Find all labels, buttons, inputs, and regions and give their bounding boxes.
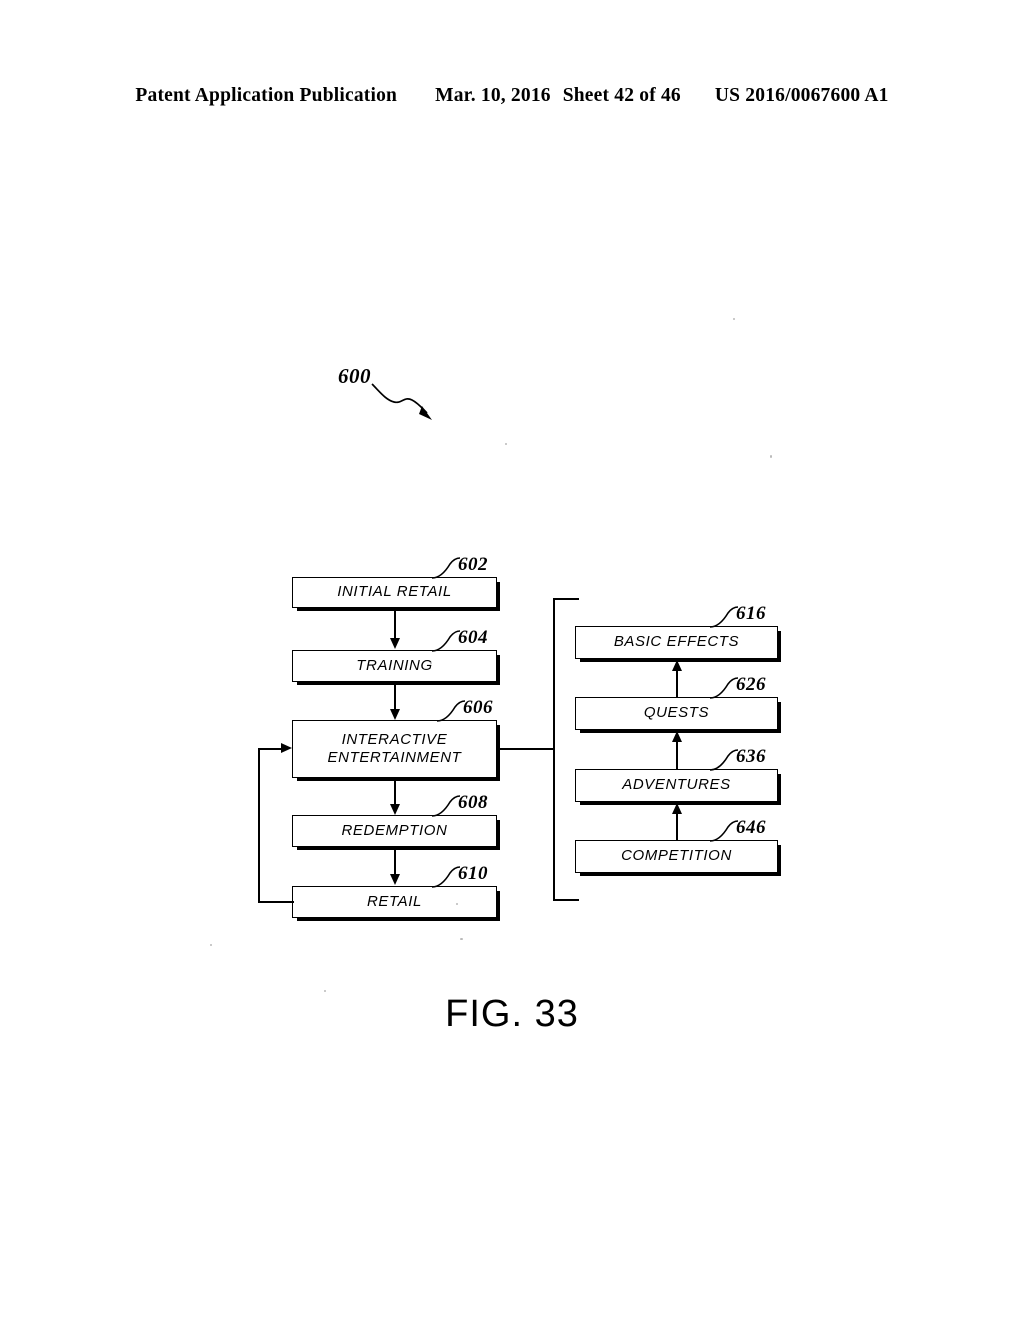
process-box-retail[interactable]: RETAIL — [292, 886, 497, 918]
feedback-loop-vertical-segment — [258, 748, 260, 902]
connector-redemption-to-retail — [394, 848, 396, 875]
patent-figure-33: 600 INITIAL RETAIL TRAINING INTERACTIVE … — [0, 0, 1024, 1320]
process-box-competition-label: COMPETITION — [621, 847, 732, 865]
ref-numeral-626: 626 — [736, 674, 766, 695]
arrowhead-training-to-interactive-entertainment — [390, 709, 400, 720]
bracket-bottom-stub — [553, 899, 579, 901]
ref-610-leader-line — [431, 866, 461, 888]
ref-604-leader-line — [431, 630, 461, 652]
ref-numeral-600: 600 — [338, 364, 371, 388]
ref-numeral-616: 616 — [736, 603, 766, 624]
connector-interactive-entertainment-to-redemption — [394, 779, 396, 805]
ref-600-squiggle-arrow — [371, 383, 432, 420]
bracket-top-stub — [553, 598, 579, 600]
arrowhead-initial-retail-to-training — [390, 638, 400, 649]
scan-artifact — [210, 944, 212, 946]
process-box-training[interactable]: TRAINING — [292, 650, 497, 682]
scan-artifact — [733, 318, 735, 320]
connector-interactive-entertainment-to-bracket — [497, 748, 554, 750]
ref-numeral-604: 604 — [458, 627, 488, 648]
arrowhead-interactive-entertainment-to-redemption — [390, 804, 400, 815]
ref-numeral-602: 602 — [458, 554, 488, 575]
ref-606-leader-line — [436, 700, 466, 722]
feedback-loop-top-segment — [258, 748, 282, 750]
scan-artifact — [460, 938, 463, 940]
process-box-quests-label: QUESTS — [643, 704, 710, 722]
arrowhead-feedback-loop-to-interactive-entertainment — [281, 743, 292, 753]
scan-artifact — [505, 443, 507, 445]
scan-artifact — [324, 990, 326, 992]
ref-numeral-606: 606 — [463, 697, 493, 718]
process-box-competition[interactable]: COMPETITION — [575, 840, 778, 873]
ref-numeral-646: 646 — [736, 817, 766, 838]
ref-numeral-636: 636 — [736, 746, 766, 767]
ref-602-leader-line — [431, 557, 461, 579]
feedback-loop-bottom-segment — [258, 901, 294, 903]
scan-artifact — [456, 903, 458, 905]
ref-608-leader-line — [431, 795, 461, 817]
process-box-interactive-entertainment[interactable]: INTERACTIVE ENTERTAINMENT — [292, 720, 497, 778]
process-box-initial-retail-label: INITIAL RETAIL — [337, 583, 452, 601]
process-box-redemption-label: REDEMPTION — [341, 821, 448, 839]
ref-626-leader-line — [709, 677, 739, 699]
arrowhead-adventures-to-quests — [672, 731, 682, 742]
arrowhead-quests-to-basic-effects — [672, 660, 682, 671]
figure-caption: FIG. 33 — [445, 993, 579, 1035]
process-box-quests[interactable]: QUESTS — [575, 697, 778, 730]
process-box-training-label: TRAINING — [356, 656, 433, 674]
process-box-interactive-entertainment-label: INTERACTIVE ENTERTAINMENT — [327, 730, 462, 766]
ref-636-leader-line — [709, 749, 739, 771]
scan-artifact — [430, 662, 432, 664]
process-box-adventures[interactable]: ADVENTURES — [575, 769, 778, 802]
connector-adventures-to-quests — [676, 741, 678, 770]
ref-616-leader-line — [709, 606, 739, 628]
connector-training-to-interactive-entertainment — [394, 683, 396, 710]
scan-artifact — [770, 455, 772, 458]
bracket-spine — [553, 598, 555, 901]
process-box-basic-effects-label: BASIC EFFECTS — [613, 633, 740, 651]
process-box-adventures-label: ADVENTURES — [622, 776, 731, 794]
connector-competition-to-adventures — [676, 813, 678, 841]
process-box-retail-label: RETAIL — [366, 892, 422, 910]
arrowhead-competition-to-adventures — [672, 803, 682, 814]
connector-quests-to-basic-effects — [676, 670, 678, 698]
process-box-initial-retail[interactable]: INITIAL RETAIL — [292, 577, 497, 608]
process-box-basic-effects[interactable]: BASIC EFFECTS — [575, 626, 778, 659]
arrowhead-redemption-to-retail — [390, 874, 400, 885]
ref-646-leader-line — [709, 820, 739, 842]
connector-initial-retail-to-training — [394, 609, 396, 639]
ref-numeral-610: 610 — [458, 863, 488, 884]
ref-numeral-608: 608 — [458, 792, 488, 813]
process-box-redemption[interactable]: REDEMPTION — [292, 815, 497, 847]
